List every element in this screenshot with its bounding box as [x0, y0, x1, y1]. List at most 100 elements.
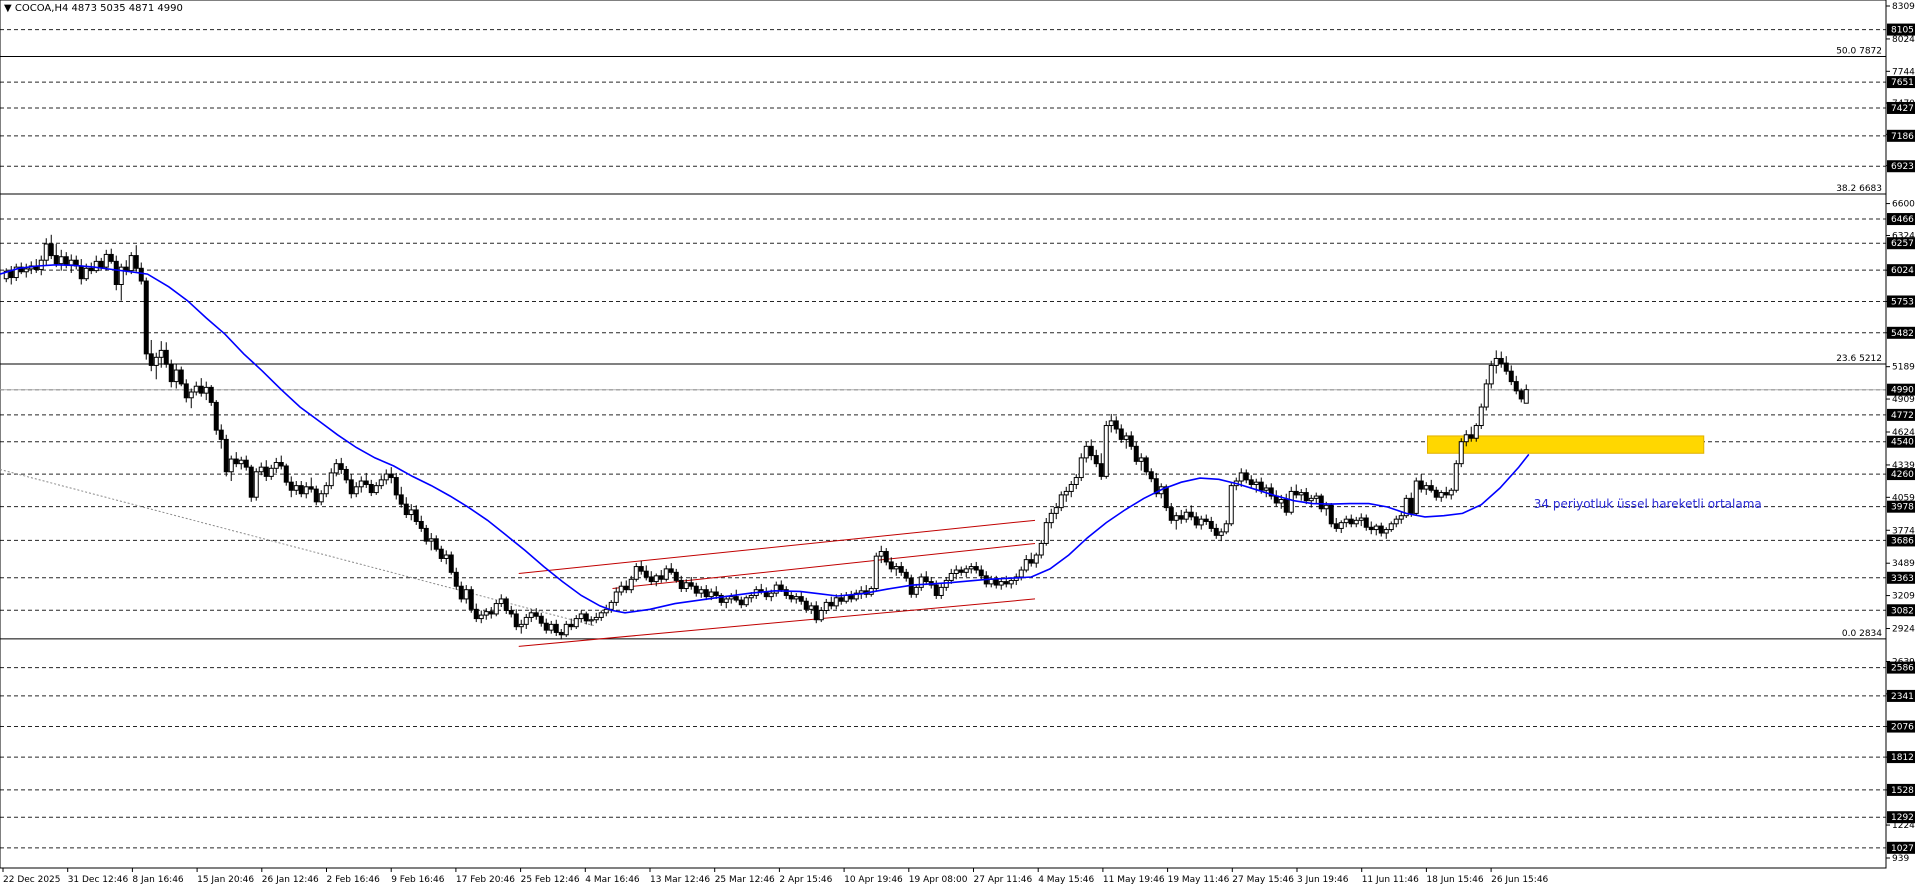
x-tick-label: 3 Jun 19:46 — [1297, 875, 1349, 885]
candle-down — [973, 566, 979, 571]
x-tick-label: 31 Dec 12:46 — [68, 875, 129, 885]
candle-up — [1448, 489, 1454, 496]
candle-down — [648, 576, 654, 583]
candle-up — [953, 569, 959, 574]
candle-up — [383, 473, 389, 481]
candle-down — [148, 353, 154, 366]
candle-up — [1083, 445, 1089, 459]
candle-down — [278, 462, 284, 467]
candle-down — [1243, 472, 1249, 481]
candle-down — [1188, 511, 1194, 518]
candle-up — [728, 596, 734, 600]
candle-down — [1248, 479, 1254, 485]
candle-up — [1253, 481, 1259, 485]
x-tick-label: 26 Jun 15:46 — [1491, 875, 1548, 885]
candle-up — [1308, 497, 1314, 502]
candle-down — [1508, 370, 1514, 383]
price-tag-label: 7186 — [1891, 132, 1914, 142]
y-tick-label: 2924 — [1892, 625, 1915, 635]
candle-up — [1358, 517, 1364, 521]
candle-up — [1038, 542, 1044, 556]
candle-down — [263, 466, 269, 477]
candle-down — [643, 570, 649, 578]
price-tag-label: 3686 — [1891, 536, 1914, 546]
candle-down — [213, 401, 219, 431]
candle-up — [153, 356, 159, 366]
candle-down — [283, 465, 289, 483]
collapse-arrow-icon[interactable]: ▼ — [4, 3, 12, 14]
candle-up — [1068, 483, 1074, 492]
candle-up — [1173, 515, 1179, 521]
candle-up — [1438, 492, 1444, 498]
candle-up — [1198, 518, 1204, 526]
candle-up — [918, 576, 924, 588]
candle-up — [578, 613, 584, 620]
x-tick-label: 22 Dec 2025 — [3, 875, 61, 885]
candle-down — [848, 594, 854, 600]
candle-up — [913, 586, 919, 595]
price-tag-label: 6923 — [1891, 162, 1914, 172]
y-tick-label: 5189 — [1892, 363, 1915, 373]
y-tick-label: 4909 — [1892, 395, 1915, 405]
candle-down — [1258, 481, 1264, 491]
candle-down — [78, 265, 84, 280]
candle-down — [338, 463, 344, 470]
x-tick-label: 13 Mar 12:46 — [650, 875, 710, 885]
candle-up — [823, 601, 829, 611]
candle-up — [1183, 511, 1189, 520]
candle-down — [693, 585, 699, 594]
candle-down — [453, 571, 459, 587]
candle-down — [733, 596, 739, 601]
candle-down — [778, 584, 784, 591]
candle-down — [183, 383, 189, 399]
candle-down — [738, 599, 744, 606]
candle-up — [518, 623, 524, 628]
candle-up — [193, 385, 199, 393]
candle-down — [658, 575, 664, 580]
candle-down — [1328, 504, 1334, 525]
candle-down — [898, 566, 904, 573]
candle-down — [53, 255, 59, 265]
candle-up — [1493, 357, 1499, 366]
candle-down — [168, 363, 174, 383]
candle-down — [413, 509, 419, 522]
candle-down — [1428, 485, 1434, 491]
candle-up — [1453, 463, 1459, 491]
candle-up — [723, 598, 729, 603]
candle-up — [23, 268, 29, 273]
x-tick-label: 17 Feb 20:46 — [456, 875, 515, 885]
price-tag-label: 5482 — [1891, 329, 1914, 339]
candle-down — [1088, 445, 1094, 457]
candle-up — [1043, 522, 1049, 544]
candle-down — [993, 578, 999, 586]
candle-up — [408, 509, 414, 516]
candle-down — [958, 569, 964, 573]
candle-up — [833, 597, 839, 607]
x-tick-label: 4 Mar 16:46 — [585, 875, 640, 885]
candle-down — [218, 429, 224, 440]
ema-annotation: 34 periyotluk üssel hareketli ortalama — [1534, 497, 1762, 511]
x-tick-label: 25 Mar 12:46 — [715, 875, 775, 885]
candle-up — [58, 256, 64, 265]
candle-up — [893, 566, 899, 570]
candle-down — [1208, 520, 1214, 529]
candle-down — [468, 589, 474, 610]
price-tag-label: 6257 — [1891, 239, 1914, 249]
candle-up — [998, 581, 1004, 586]
candle-down — [888, 561, 894, 570]
x-tick-label: 26 Jan 12:46 — [262, 875, 319, 885]
candle-up — [968, 566, 974, 570]
y-tick-label: 939 — [1892, 854, 1909, 864]
candle-down — [688, 582, 694, 587]
candle-up — [1073, 477, 1079, 485]
candle-up — [808, 605, 814, 610]
candle-down — [308, 486, 314, 490]
candle-down — [1148, 471, 1154, 480]
x-tick-label: 19 May 11:46 — [1168, 875, 1230, 885]
candle-down — [538, 615, 544, 624]
candle-down — [288, 481, 294, 491]
candle-up — [1383, 529, 1389, 534]
candle-up — [1033, 554, 1039, 564]
candle-down — [1498, 357, 1504, 364]
x-tick-label: 4 May 15:46 — [1038, 875, 1094, 885]
